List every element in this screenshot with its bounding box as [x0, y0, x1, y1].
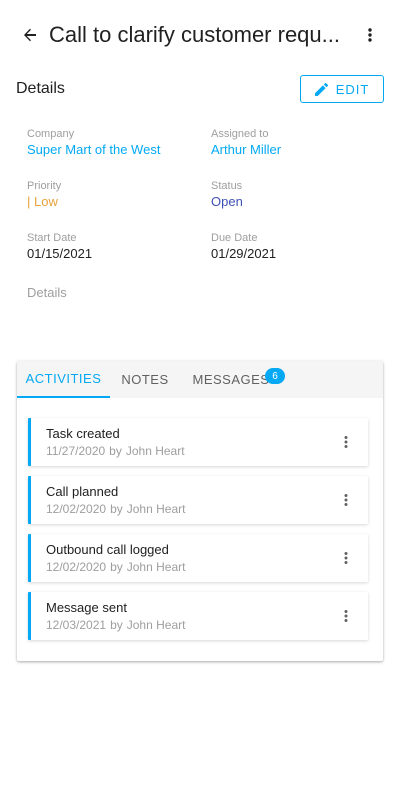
activity-menu-button[interactable]: [336, 432, 356, 452]
activity-title: Message sent: [46, 600, 127, 615]
details-notes-label: Details: [27, 285, 67, 300]
due-date-value: 01/29/2021: [211, 246, 277, 261]
activity-meta: 12/02/2020 by John Heart: [46, 560, 189, 574]
tab-bar: ACTIVITIES NOTES MESSAGES 6: [17, 361, 383, 398]
page-title: Call to clarify customer requ...: [49, 22, 340, 47]
start-date-field: Start Date 01/15/2021: [27, 231, 197, 262]
tab-notes[interactable]: NOTES: [110, 361, 180, 398]
activity-menu-button[interactable]: [336, 490, 356, 510]
start-date-value: 01/15/2021: [27, 246, 93, 261]
more-vert-icon: [344, 552, 348, 564]
activity-date: 12/02/2020: [46, 502, 107, 516]
edit-button-label: EDIT: [335, 81, 370, 97]
more-vert-icon: [344, 610, 348, 622]
activity-menu-button[interactable]: [336, 548, 356, 568]
pencil-icon: [314, 82, 328, 96]
activity-title: Outbound call logged: [46, 542, 169, 557]
more-vert-icon: [344, 436, 348, 448]
activity-author: John Heart: [126, 618, 186, 632]
company-field: Company Super Mart of the West: [27, 127, 197, 158]
activity-meta: 12/03/2021 by John Heart: [46, 618, 189, 632]
activity-by: by: [109, 444, 122, 458]
activity-by: by: [110, 618, 123, 632]
company-label: Company: [27, 128, 75, 140]
due-date-field: Due Date 01/29/2021: [211, 231, 381, 262]
due-date-label: Due Date: [211, 232, 258, 244]
arrow-left-icon: [24, 28, 36, 42]
activity-menu-button[interactable]: [336, 606, 356, 626]
more-vert-icon: [344, 494, 348, 506]
assigned-label: Assigned to: [211, 128, 269, 140]
details-heading: Details: [16, 80, 65, 97]
tab-messages-label: MESSAGES: [192, 372, 270, 387]
activity-title: Task created: [46, 426, 120, 441]
assigned-field: Assigned to Arthur Miller: [211, 127, 381, 158]
status-value: Open: [211, 194, 243, 209]
activity-by: by: [110, 560, 123, 574]
assigned-value[interactable]: Arthur Miller: [211, 141, 381, 158]
priority-value: | Low: [27, 194, 58, 209]
activity-tabs-card: ACTIVITIES NOTES MESSAGES 6 Task created…: [17, 361, 383, 661]
activity-by: by: [110, 502, 123, 516]
activity-date: 11/27/2020: [46, 444, 106, 458]
priority-field: Priority | Low: [27, 179, 197, 210]
activity-date: 12/03/2021: [46, 618, 107, 632]
tab-activities[interactable]: ACTIVITIES: [17, 361, 110, 398]
activity-item[interactable]: Outbound call logged 12/02/2020 by John He…: [28, 534, 368, 582]
activity-item[interactable]: Task created 11/27/2020 by John Heart: [28, 418, 368, 466]
more-options-button[interactable]: [360, 25, 380, 45]
activity-date: 12/02/2020: [46, 560, 107, 574]
start-date-label: Start Date: [27, 232, 77, 244]
activity-item[interactable]: Call planned 12/02/2020 by John Heart: [28, 476, 368, 524]
priority-label: Priority: [27, 180, 62, 192]
more-vert-icon: [368, 28, 372, 42]
status-field: Status Open: [211, 179, 381, 210]
activity-meta: 11/27/2020 by John Heart: [46, 444, 189, 458]
company-value[interactable]: Super Mart of the West: [27, 141, 197, 158]
activity-author: John Heart: [126, 560, 186, 574]
edit-button[interactable]: EDIT: [300, 75, 384, 103]
activity-meta: 12/02/2020 by John Heart: [46, 502, 189, 516]
activity-item[interactable]: Message sent 12/03/2021 by John Heart: [28, 592, 368, 640]
messages-count-badge: 6: [265, 368, 285, 384]
activity-author: John Heart: [126, 502, 186, 516]
activity-title: Call planned: [46, 484, 119, 499]
app-header: Call to clarify customer requ...: [0, 0, 400, 70]
back-button[interactable]: [18, 23, 42, 47]
activity-author: John Heart: [125, 444, 185, 458]
status-label: Status: [211, 180, 243, 192]
